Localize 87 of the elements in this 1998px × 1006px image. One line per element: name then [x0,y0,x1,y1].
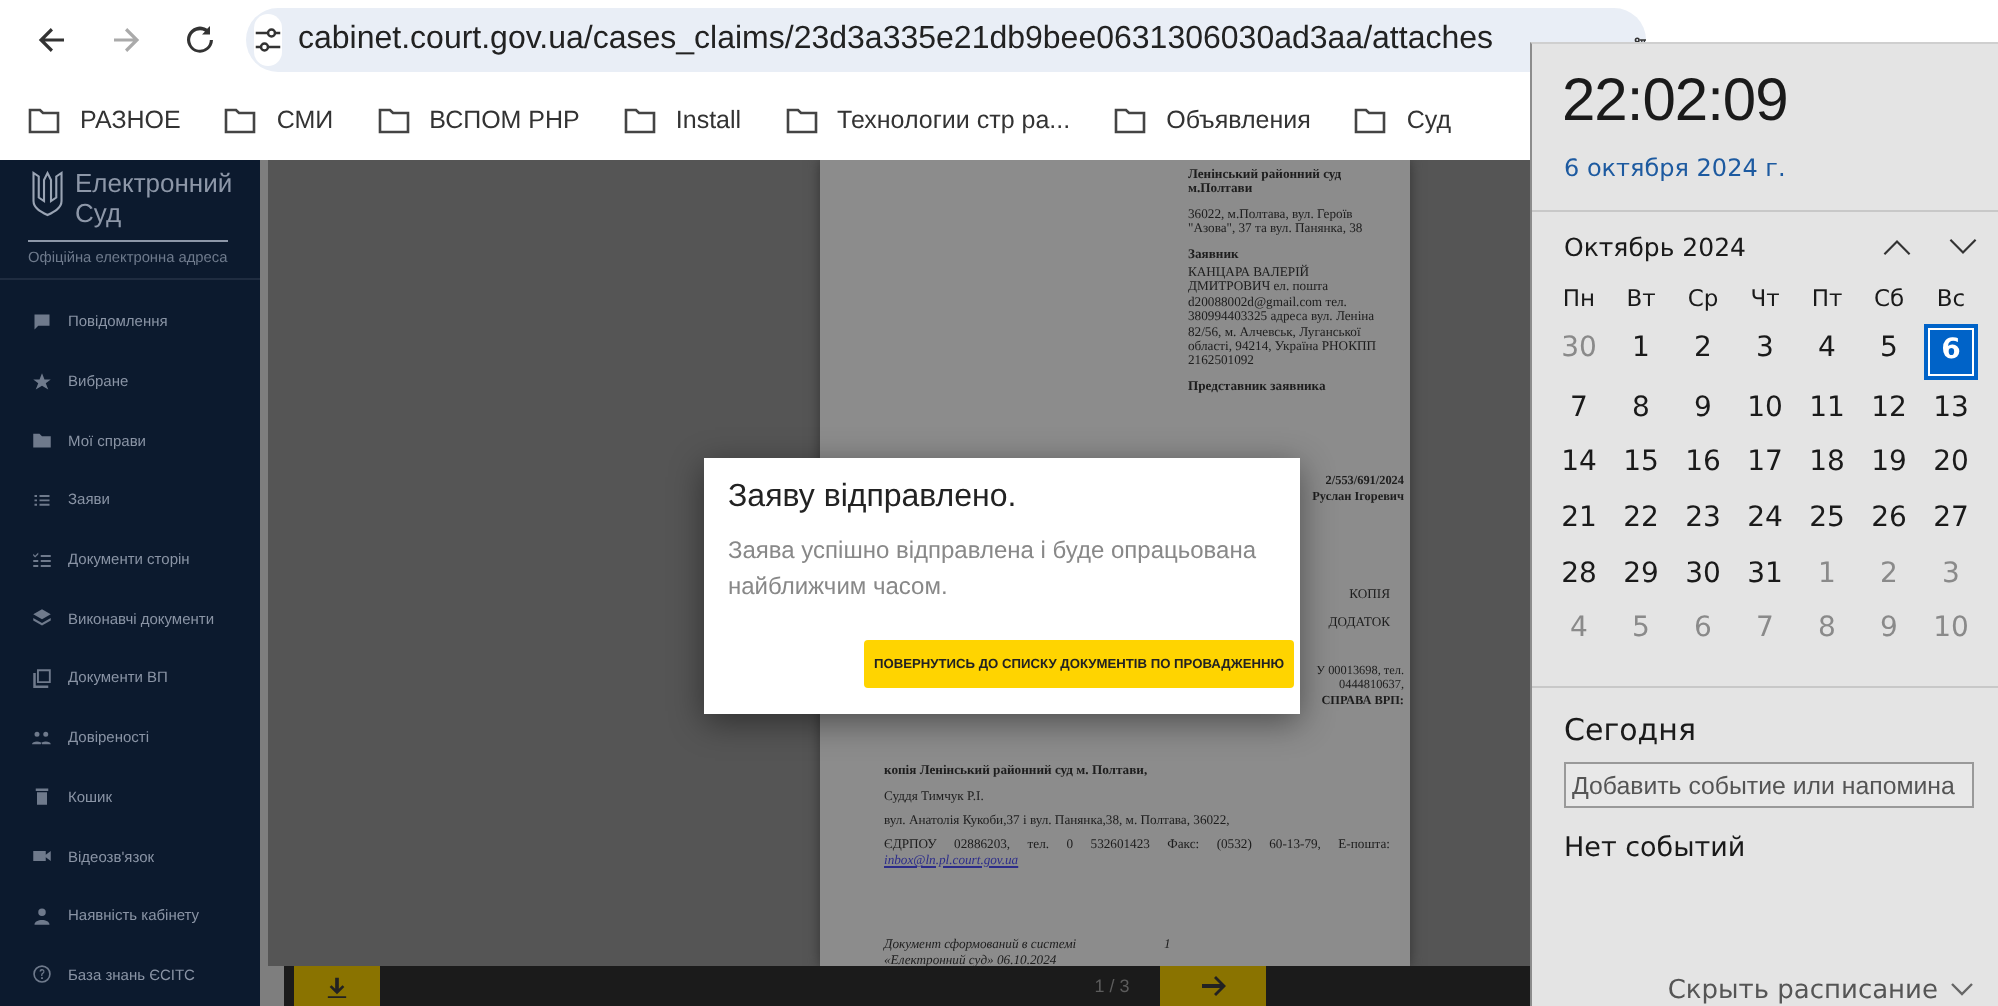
arrow-right-icon [1199,974,1227,998]
calendar-day[interactable]: 23 [1672,492,1734,548]
weekday-label: Чт [1748,282,1782,316]
calendar-day[interactable]: 22 [1610,492,1672,548]
weekday-label: Вт [1624,282,1658,316]
checklist-icon [32,549,52,570]
calendar-day[interactable]: 12 [1858,381,1920,437]
calendar-day[interactable]: 24 [1734,492,1796,548]
dialog-title: Заяву відправлено. [728,480,1019,516]
calendar-day[interactable]: 2 [1672,322,1734,378]
people-icon [32,727,52,748]
folder-icon [32,430,52,451]
calendar-day[interactable]: 8 [1610,381,1672,437]
calendar-day[interactable]: 15 [1610,436,1672,493]
help-icon [32,964,52,985]
logo-title: Електронний Суд [75,168,235,228]
pages-icon [32,667,52,688]
weekday-label: Сб [1871,282,1907,316]
no-events-text: Нет событий [1564,832,1748,865]
calendar-day[interactable]: 29 [1610,547,1672,603]
calendar-day[interactable]: 21 [1548,492,1610,548]
calendar-day[interactable]: 19 [1858,436,1920,493]
bookmark-folder[interactable]: РАЗНОЕ [28,106,181,134]
bookmark-folder[interactable]: СМИ [224,106,334,134]
weekday-label: Вс [1934,282,1968,316]
chevron-up-icon[interactable] [1882,238,1912,256]
calendar-day[interactable]: 5 [1858,322,1920,378]
site-settings-icon[interactable] [254,14,282,66]
calendar-day[interactable]: 27 [1920,492,1982,548]
calendar-day[interactable]: 25 [1796,492,1858,548]
hide-schedule-link[interactable]: Скрыть расписание [1667,974,1974,1006]
calendar-day[interactable]: 20 [1920,436,1982,493]
calendar-day[interactable]: 10 [1734,381,1796,437]
folder-icon [377,106,410,134]
video-camera-icon [32,846,52,867]
weekday-label: Пт [1809,282,1845,316]
dialog-message: Заява успішно відправлена і буде опрацьована найближчим часом. [728,534,1259,604]
chevron-down-icon [1950,982,1974,998]
bookmark-folder[interactable]: Суд [1354,106,1452,134]
layers-icon [32,608,52,629]
back-icon[interactable] [36,24,68,56]
bookmark-folder[interactable]: Объявления [1114,106,1311,134]
folder-icon [224,106,257,134]
calendar-day[interactable]: 3 [1734,322,1796,378]
calendar-day[interactable]: 18 [1796,436,1858,493]
trident-icon [30,168,66,220]
calendar-day[interactable]: 28 [1548,547,1610,603]
weekday-label: Пн [1560,282,1598,316]
trash-icon [32,786,52,807]
folder-icon [785,106,818,134]
bookmark-folder[interactable]: ВСПОМ PHP [377,106,580,134]
bookmark-folder[interactable]: Технологии стр ра... [785,106,1071,134]
event-input-field[interactable]: Добавить событие или напомина [1564,762,1974,809]
clock-date: 6 октября 2024 г. [1564,154,1788,182]
download-button[interactable] [294,966,380,1006]
today-heading: Сегодня [1564,712,1698,749]
calendar-day[interactable]: 31 [1734,547,1796,603]
bookmark-folder[interactable]: Install [623,106,742,134]
chat-icon [32,311,52,332]
person-icon [32,905,52,926]
list-icon [32,489,52,510]
folder-icon [623,106,656,134]
address-bar[interactable]: cabinet.court.gov.ua/cases_claims/23d3a335e21db9bee0631306030ad3aa/attaches [246,8,1646,72]
calendar-day[interactable]: 11 [1796,381,1858,437]
page-counter: 1 / 3 [1092,976,1132,996]
chevron-down-icon[interactable] [1948,238,1978,256]
next-page-button[interactable] [1160,966,1266,1006]
reload-icon[interactable] [184,24,216,56]
weekday-label: Ср [1685,282,1721,316]
folder-icon [1354,106,1387,134]
folder-icon [1114,106,1147,134]
calendar-day[interactable]: 4 [1796,322,1858,378]
download-icon [326,975,348,997]
calendar-day[interactable]: 13 [1920,381,1982,437]
calendar-day[interactable]: 6 [1924,324,1978,380]
calendar-day[interactable]: 17 [1734,436,1796,493]
calendar-day[interactable]: 26 [1858,492,1920,548]
star-icon [32,371,52,392]
calendar-day[interactable]: 7 [1548,381,1610,437]
calendar-day[interactable]: 30 [1672,547,1734,603]
calendar-day[interactable]: 9 [1672,381,1734,437]
calendar-day[interactable]: 16 [1672,436,1734,493]
calendar-day[interactable]: 14 [1548,436,1610,493]
month-title[interactable]: Октябрь 2024 [1564,232,1846,262]
clock-time: 22:02:09 [1562,68,1790,136]
folder-icon [28,106,60,134]
calendar-day[interactable]: 1 [1610,322,1672,378]
